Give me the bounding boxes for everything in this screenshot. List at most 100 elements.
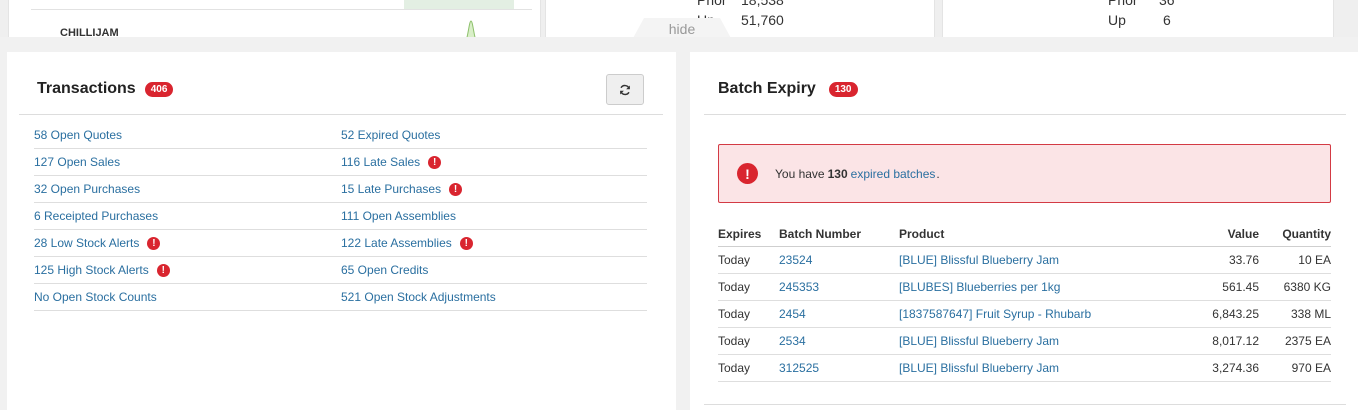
transaction-link[interactable]: 6 Receipted Purchases xyxy=(34,209,158,223)
table-row: Today 2534 [BLUE] Blissful Blueberry Jam 8,… xyxy=(718,327,1331,355)
stat-label: Up xyxy=(1108,12,1126,28)
table-cell: 2534 xyxy=(779,327,899,355)
col-expires[interactable]: Expires xyxy=(718,221,779,247)
transaction-link[interactable]: 58 Open Quotes xyxy=(34,128,122,142)
alert-icon: ! xyxy=(428,155,442,169)
product-link[interactable]: [BLUE] Blissful Blueberry Jam xyxy=(899,253,1059,267)
table-cell: 6,843.25 xyxy=(1159,300,1259,328)
transaction-cell: 111 Open Assemblies xyxy=(341,209,647,223)
transaction-cell: 127 Open Sales xyxy=(34,155,341,169)
transaction-link[interactable]: 32 Open Purchases xyxy=(34,182,140,196)
transaction-link[interactable]: 15 Late Purchases xyxy=(341,182,441,196)
divider xyxy=(31,9,532,10)
table-row: Today 2454 [1837587647] Fruit Syrup - Rhub… xyxy=(718,300,1331,328)
table-cell: 33.76 xyxy=(1159,246,1259,274)
bottom-divider xyxy=(704,404,1346,405)
stat-value: 51,760 xyxy=(741,12,784,28)
top-card-stats: Prior 18,538 Up 51,760 xyxy=(545,0,935,37)
transaction-row: 6 Receipted Purchases 111 Open Assemblies xyxy=(34,203,647,230)
batch-number-link[interactable]: 23524 xyxy=(779,253,812,267)
transaction-link[interactable]: 125 High Stock Alerts xyxy=(34,263,149,277)
quantity-cell: 6380 KG xyxy=(1283,280,1331,294)
header-divider xyxy=(704,114,1346,115)
alert-icon: ! xyxy=(459,236,473,250)
table-cell: 338 ML xyxy=(1259,300,1331,328)
transaction-cell: 15 Late Purchases! xyxy=(341,182,647,196)
count-badge: 406 xyxy=(144,81,174,97)
table-cell: 561.45 xyxy=(1159,273,1259,301)
transaction-link[interactable]: 28 Low Stock Alerts xyxy=(34,236,139,250)
transaction-row: No Open Stock Counts 521 Open Stock Adjus… xyxy=(34,284,647,311)
transactions-grid: 58 Open Quotes 52 Expired Quotes 127 Open … xyxy=(34,122,647,311)
count-badge: 130 xyxy=(828,81,858,97)
value-cell: 6,843.25 xyxy=(1212,307,1259,321)
refresh-button[interactable] xyxy=(606,74,644,105)
top-card-stats-2: Prior 36 Up 6 xyxy=(942,0,1334,37)
transaction-cell: No Open Stock Counts xyxy=(34,290,341,304)
table-cell: 312525 xyxy=(779,354,899,382)
batch-number-link[interactable]: 2454 xyxy=(779,307,806,321)
table-cell: Today xyxy=(718,273,779,301)
transaction-row: 28 Low Stock Alerts! 122 Late Assemblies! xyxy=(34,230,647,257)
product-link[interactable]: [BLUE] Blissful Blueberry Jam xyxy=(899,334,1059,348)
transaction-cell: 58 Open Quotes xyxy=(34,128,341,142)
panel-header: Transactions 406 xyxy=(37,80,174,98)
header-divider xyxy=(19,114,663,115)
stat-value: 18,538 xyxy=(741,0,784,8)
expired-alert: ! You have 130 expired batches . xyxy=(718,144,1331,203)
expires-cell: Today xyxy=(718,253,751,267)
stat-row: Prior 36 xyxy=(1108,0,1175,8)
table-cell: 3,274.36 xyxy=(1159,354,1259,382)
table-cell: [BLUBES] Blueberries per 1kg xyxy=(899,273,1159,301)
product-link[interactable]: [BLUE] Blissful Blueberry Jam xyxy=(899,361,1059,375)
batch-number-link[interactable]: 312525 xyxy=(779,361,819,375)
transaction-link[interactable]: 52 Expired Quotes xyxy=(341,128,440,142)
table-cell: 10 EA xyxy=(1259,246,1331,274)
alert-icon: ! xyxy=(147,236,161,250)
panel-header: Batch Expiry 130 xyxy=(718,80,858,98)
batch-table: Expires Batch Number Product Value Quant… xyxy=(718,221,1331,382)
hide-toggle[interactable]: hide xyxy=(632,18,732,37)
table-cell: 970 EA xyxy=(1259,354,1331,382)
value-cell: 3,274.36 xyxy=(1212,361,1259,375)
table-cell: 8,017.12 xyxy=(1159,327,1259,355)
transaction-link[interactable]: 65 Open Credits xyxy=(341,263,428,277)
batch-number-link[interactable]: 2534 xyxy=(779,334,806,348)
transaction-cell: 6 Receipted Purchases xyxy=(34,209,341,223)
col-product[interactable]: Product xyxy=(899,221,1159,247)
stat-label: Prior xyxy=(697,0,727,8)
table-cell: 2375 EA xyxy=(1259,327,1331,355)
transaction-link[interactable]: 116 Late Sales xyxy=(341,155,420,169)
top-summary-strip: CHILLIJAM Prior 18,538 Up 51,760 Prior 3… xyxy=(0,0,1358,37)
exclamation-icon: ! xyxy=(737,163,758,184)
table-cell: 6380 KG xyxy=(1259,273,1331,301)
expires-cell: Today xyxy=(718,361,751,375)
product-link[interactable]: [BLUBES] Blueberries per 1kg xyxy=(899,280,1060,294)
transaction-link[interactable]: 127 Open Sales xyxy=(34,155,120,169)
transactions-panel: Transactions 406 58 Open Quotes 52 Expire… xyxy=(7,52,676,410)
quantity-cell: 2375 EA xyxy=(1284,334,1331,348)
value-cell: 8,017.12 xyxy=(1212,334,1259,348)
table-cell: Today xyxy=(718,327,779,355)
product-link[interactable]: [1837587647] Fruit Syrup - Rhubarb xyxy=(899,307,1091,321)
col-batch-number[interactable]: Batch Number xyxy=(779,221,899,247)
stat-row: Up 6 xyxy=(1108,12,1171,28)
transaction-link[interactable]: 111 Open Assemblies xyxy=(341,209,456,223)
transaction-link[interactable]: 122 Late Assemblies xyxy=(341,236,452,250)
col-quantity[interactable]: Quantity xyxy=(1259,221,1331,247)
transaction-row: 125 High Stock Alerts! 65 Open Credits xyxy=(34,257,647,284)
alert-icon: ! xyxy=(449,182,463,196)
transaction-link[interactable]: No Open Stock Counts xyxy=(34,290,157,304)
table-cell: [BLUE] Blissful Blueberry Jam xyxy=(899,327,1159,355)
transaction-link[interactable]: 521 Open Stock Adjustments xyxy=(341,290,496,304)
alert-suffix: . xyxy=(936,166,940,181)
table-cell: Today xyxy=(718,354,779,382)
batch-table-body: Today 23524 [BLUE] Blissful Blueberry Jam 3… xyxy=(718,246,1331,382)
transaction-cell: 125 High Stock Alerts! xyxy=(34,263,341,277)
batch-number-link[interactable]: 245353 xyxy=(779,280,819,294)
table-cell: [1837587647] Fruit Syrup - Rhubarb xyxy=(899,300,1159,328)
expired-batches-link[interactable]: expired batches xyxy=(851,167,936,181)
table-cell: 23524 xyxy=(779,246,899,274)
col-value[interactable]: Value xyxy=(1159,221,1259,247)
top-card-chart: CHILLIJAM xyxy=(8,0,541,37)
